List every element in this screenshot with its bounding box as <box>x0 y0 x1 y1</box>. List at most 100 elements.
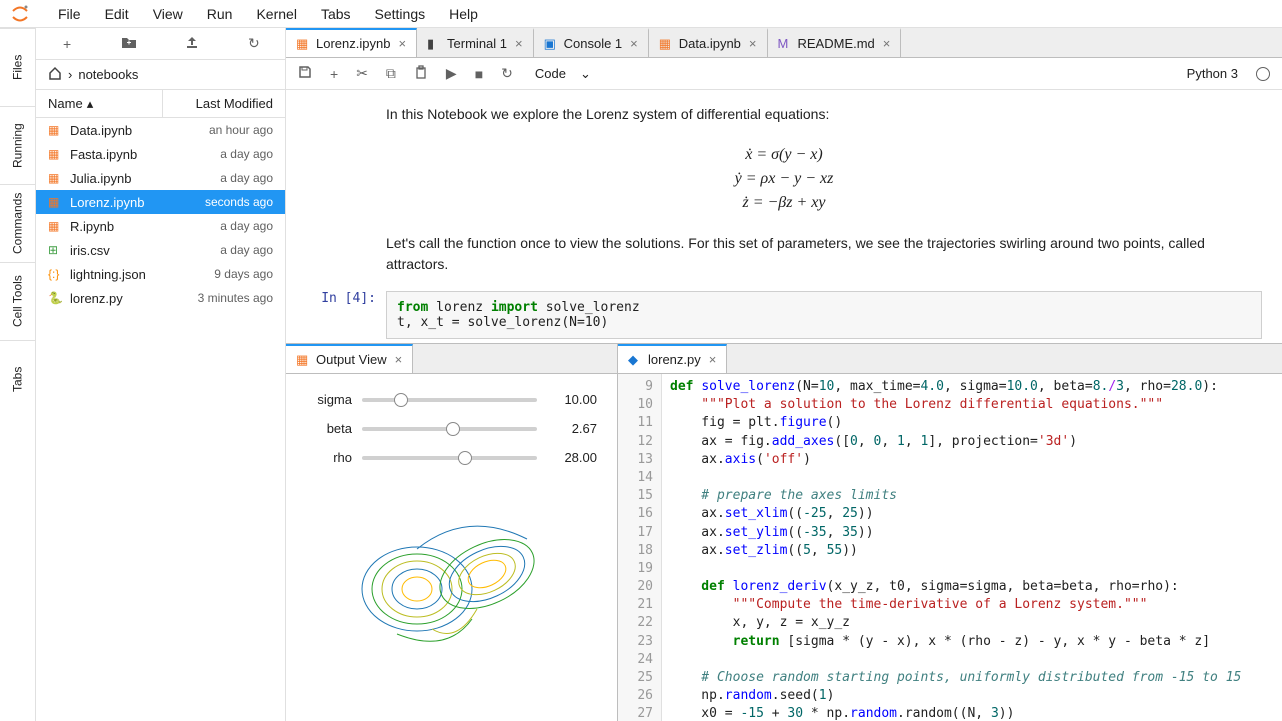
slider-value: 10.00 <box>547 392 597 407</box>
kernel-status-icon <box>1256 67 1270 81</box>
file-mod: a day ago <box>220 219 273 233</box>
close-icon[interactable]: × <box>709 352 717 367</box>
restart-icon[interactable]: ↻ <box>501 65 513 82</box>
slider-beta: beta2.67 <box>306 421 597 436</box>
file-row[interactable]: ⊞iris.csva day ago <box>36 238 285 262</box>
col-modified[interactable]: Last Modified <box>163 96 285 111</box>
close-icon[interactable]: × <box>398 36 406 51</box>
add-cell-icon[interactable]: + <box>330 66 338 82</box>
tab-console-1[interactable]: ▣Console 1× <box>534 28 649 57</box>
file-name: Fasta.ipynb <box>70 147 220 162</box>
refresh-icon[interactable]: ↻ <box>234 35 274 52</box>
save-icon[interactable] <box>298 65 312 82</box>
file-name: iris.csv <box>70 243 220 258</box>
menu-edit[interactable]: Edit <box>93 2 141 26</box>
file-row[interactable]: ▦ Fasta.ipynba day ago <box>36 142 285 166</box>
slider-track[interactable] <box>362 427 537 431</box>
breadcrumb-folder[interactable]: notebooks <box>78 67 138 82</box>
activity-celltools[interactable]: Cell Tools <box>0 262 35 340</box>
breadcrumb-sep: › <box>68 67 72 82</box>
file-row[interactable]: ▦Lorenz.ipynbseconds ago <box>36 190 285 214</box>
slider-track[interactable] <box>362 456 537 460</box>
code-cell[interactable]: In [4]: from lorenz import solve_lorenz … <box>306 291 1262 339</box>
cut-icon[interactable]: ✂ <box>356 65 368 82</box>
md-icon: M <box>778 36 792 51</box>
close-icon[interactable]: × <box>749 36 757 51</box>
activity-files[interactable]: Files <box>0 28 35 106</box>
tab-data-ipynb[interactable]: ▦Data.ipynb× <box>649 28 768 57</box>
file-row[interactable]: ▦Julia.ipynba day ago <box>36 166 285 190</box>
kernel-name[interactable]: Python 3 <box>1187 66 1238 81</box>
file-mod: an hour ago <box>209 123 273 137</box>
python-icon: ◆ <box>628 352 642 368</box>
tab-label: Lorenz.ipynb <box>316 36 390 51</box>
home-icon[interactable] <box>48 66 62 83</box>
file-name: Data.ipynb <box>70 123 209 138</box>
file-name: R.ipynb <box>70 219 220 234</box>
tab-terminal-1[interactable]: ▮Terminal 1× <box>417 28 534 57</box>
slider-track[interactable] <box>362 398 537 402</box>
menu-run[interactable]: Run <box>195 2 245 26</box>
cell-code[interactable]: from lorenz import solve_lorenz t, x_t =… <box>386 291 1262 339</box>
slider-value: 2.67 <box>547 421 597 436</box>
sort-up-icon: ▴ <box>87 96 94 112</box>
tab-lorenz-ipynb[interactable]: ▦ Lorenz.ipynb × <box>286 28 417 57</box>
slider-thumb[interactable] <box>394 393 408 407</box>
file-row[interactable]: 🐍lorenz.py3 minutes ago <box>36 286 285 310</box>
file-browser: + ↻ › notebooks Name ▴ Last Modified ▦ Da… <box>36 28 286 721</box>
menu-tabs[interactable]: Tabs <box>309 2 363 26</box>
file-mod: a day ago <box>220 147 273 161</box>
activity-tabs[interactable]: Tabs <box>0 340 35 418</box>
editor-code[interactable]: def solve_lorenz(N=10, max_time=4.0, sig… <box>662 374 1282 721</box>
close-icon[interactable]: × <box>883 36 891 51</box>
copy-icon[interactable]: ⧉ <box>386 65 396 82</box>
new-folder-icon[interactable] <box>109 35 149 52</box>
output-view-content: sigma10.00beta2.67rho28.00 <box>286 374 617 721</box>
activity-running[interactable]: Running <box>0 106 35 184</box>
tab-bar: ▦Lorenz.ipynb×▮Terminal 1×▣Console 1×▦Da… <box>286 28 1282 58</box>
file-name: lightning.json <box>70 267 214 282</box>
nb-icon: ▦ <box>48 171 64 185</box>
activity-bar: Files Running Commands Cell Tools Tabs <box>0 28 36 721</box>
term-icon: ▮ <box>427 36 441 52</box>
menu-file[interactable]: File <box>46 2 93 26</box>
editor-content[interactable]: 910111213141516171819202122232425262728 … <box>618 374 1282 721</box>
breadcrumb[interactable]: › notebooks <box>36 60 285 90</box>
menu-help[interactable]: Help <box>437 2 490 26</box>
tab-output-view[interactable]: ▦ Output View × <box>286 344 413 373</box>
close-icon[interactable]: × <box>395 352 403 367</box>
upload-icon[interactable] <box>172 35 212 52</box>
paste-icon[interactable] <box>414 65 428 82</box>
nb-icon: ▦ <box>296 36 310 52</box>
csv-icon: ⊞ <box>48 243 64 257</box>
output-view-panel: ▦ Output View × sigma10.00beta2.67rho28.… <box>286 344 618 721</box>
tab-label: Console 1 <box>564 36 623 51</box>
slider-label: rho <box>306 450 352 465</box>
cell-prompt: In [4]: <box>306 291 386 339</box>
slider-thumb[interactable] <box>446 422 460 436</box>
close-icon[interactable]: × <box>515 36 523 51</box>
slider-thumb[interactable] <box>458 451 472 465</box>
stop-icon[interactable]: ■ <box>475 66 483 82</box>
nb-icon: ▦ <box>48 123 64 137</box>
activity-commands[interactable]: Commands <box>0 184 35 262</box>
file-row[interactable]: {:}lightning.json9 days ago <box>36 262 285 286</box>
file-row[interactable]: ▦R.ipynba day ago <box>36 214 285 238</box>
close-icon[interactable]: × <box>630 36 638 51</box>
bottom-split: ▦ Output View × sigma10.00beta2.67rho28.… <box>286 343 1282 721</box>
slider-label: sigma <box>306 392 352 407</box>
file-row[interactable]: ▦ Data.ipynban hour ago <box>36 118 285 142</box>
tab-readme-md[interactable]: MREADME.md× <box>768 28 902 57</box>
menu-view[interactable]: View <box>141 2 195 26</box>
menu-settings[interactable]: Settings <box>363 2 438 26</box>
celltype-select[interactable]: Code ⌄ <box>531 66 595 82</box>
new-file-icon[interactable]: + <box>47 36 87 52</box>
col-name[interactable]: Name ▴ <box>36 90 163 117</box>
nb-icon: ▦ <box>48 147 64 161</box>
run-icon[interactable]: ▶ <box>446 65 457 82</box>
tab-lorenz-py[interactable]: ◆ lorenz.py × <box>618 344 727 373</box>
menu-kernel[interactable]: Kernel <box>244 2 308 26</box>
editor-gutter: 910111213141516171819202122232425262728 <box>618 374 662 721</box>
markdown-p2: Let's call the function once to view the… <box>386 233 1262 275</box>
tab-label: Data.ipynb <box>679 36 741 51</box>
